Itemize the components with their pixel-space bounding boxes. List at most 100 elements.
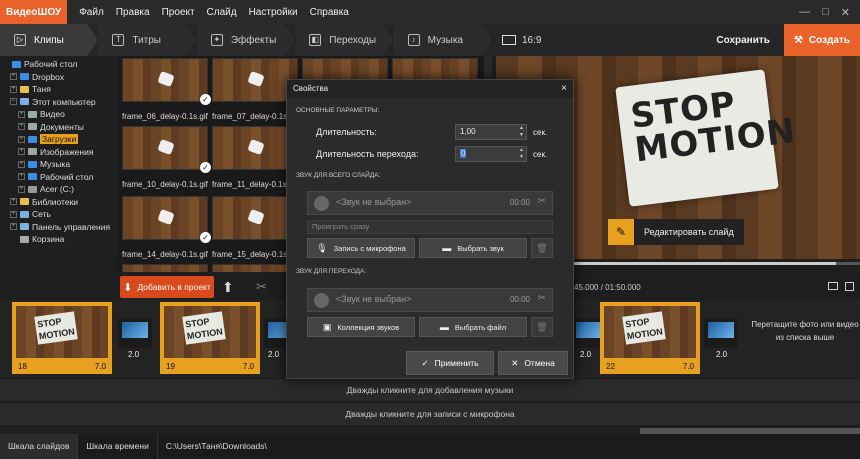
tree-node[interactable]: Корзина [0, 233, 118, 246]
aspect-ratio-selector[interactable]: 16:9 [502, 35, 541, 46]
expand-icon[interactable]: + [10, 223, 17, 231]
choose-sound-button[interactable]: ▬ Выбрать звук [419, 238, 527, 258]
expand-icon[interactable]: + [10, 210, 17, 218]
expand-icon[interactable]: + [18, 148, 25, 156]
fullscreen-icon[interactable] [845, 282, 854, 291]
check-icon: ✓ [200, 94, 211, 105]
folder-icon [28, 135, 37, 143]
tab-clips[interactable]: ▷ Клипы [0, 24, 99, 56]
transition-sound-player: <Звук не выбран> 00:00 ✂ [307, 288, 553, 312]
music-track[interactable]: Дважды кликните для добавления музыки [0, 379, 860, 401]
microphone-track[interactable]: Дважды кликните для записи с микрофона [0, 403, 860, 425]
expand-icon[interactable]: + [18, 185, 25, 193]
choose-file-button[interactable]: ▬ Выбрать файл [419, 317, 527, 337]
menu-file[interactable]: Файл [79, 7, 104, 18]
menu-edit[interactable]: Правка [116, 7, 150, 18]
tree-node[interactable]: + Панель управления [0, 221, 118, 234]
tree-node[interactable]: + Видео [0, 108, 118, 121]
transition-duration-unit: сек. [533, 150, 548, 159]
folder-icon [20, 198, 29, 206]
menu-settings[interactable]: Настройки [249, 7, 298, 18]
expand-icon[interactable]: + [18, 135, 25, 143]
file-thumbnail[interactable]: ✓ [122, 58, 211, 105]
tab-titles[interactable]: T Титры [98, 24, 197, 56]
apply-button[interactable]: ✓ Применить [406, 351, 494, 375]
add-to-project-button[interactable]: ⬇ Добавить в проект [120, 276, 214, 298]
duration-unit: сек. [533, 128, 548, 137]
timeline-slide[interactable]: STOP MOTION 22 7.0 [600, 302, 700, 374]
folder-icon [20, 210, 29, 218]
file-thumbnail[interactable] [122, 264, 208, 272]
snapshot-icon[interactable] [828, 282, 838, 290]
mic-record-button[interactable]: 🎙 Запись с микрофона [307, 238, 415, 258]
arrow-up-icon[interactable]: ⬆ [222, 279, 234, 296]
file-name: frame_07_delay-0.1s.gif [212, 112, 298, 121]
tree-node[interactable]: + Acer (C:) [0, 183, 118, 196]
menu-project[interactable]: Проект [162, 7, 195, 18]
trash-icon[interactable]: 🗑 [531, 238, 553, 258]
minimize-icon[interactable]: — [799, 6, 810, 19]
tree-node[interactable]: + Библиотеки [0, 196, 118, 209]
tab-effects[interactable]: ✦ Эффекты [196, 24, 296, 56]
tree-node[interactable]: + Документы [0, 121, 118, 134]
file-thumbnail[interactable]: ✓ [122, 126, 211, 173]
timeline-transition[interactable] [704, 318, 738, 348]
tree-node[interactable]: + Загрузки [0, 133, 118, 146]
app-logo: Видео ШОУ [0, 0, 68, 24]
tree-node[interactable]: Рабочий стол [0, 58, 118, 71]
tree-node[interactable]: + Таня [0, 83, 118, 96]
close-icon[interactable]: × [561, 83, 567, 94]
timeline-transition[interactable] [118, 318, 152, 348]
expand-icon[interactable]: − [10, 98, 17, 106]
maximize-icon[interactable]: □ [822, 6, 829, 19]
expand-icon[interactable]: + [10, 198, 17, 206]
cancel-button[interactable]: ✕ Отмена [498, 351, 568, 375]
close-window-icon[interactable]: ✕ [841, 6, 850, 19]
file-name: frame_15_delay-0.1s.gif [212, 250, 298, 259]
tree-node[interactable]: + Рабочий стол [0, 171, 118, 184]
expand-icon[interactable]: + [10, 73, 17, 81]
timeline-slide[interactable]: STOP MOTION 19 7.0 [160, 302, 260, 374]
spin-arrows-icon[interactable]: ▲ ▼ [519, 147, 524, 161]
time-scale-tab[interactable]: Шкала времени [78, 434, 158, 459]
titles-icon: T [112, 34, 125, 46]
folder-icon [28, 173, 37, 181]
sound-collection-button[interactable]: ▣ Коллекция звуков [307, 317, 415, 337]
scissors-icon[interactable]: ✂ [256, 279, 267, 295]
file-thumbnail[interactable]: ✓ [122, 196, 211, 243]
slides-scale-tab[interactable]: Шкала слайдов [0, 434, 79, 459]
tree-node[interactable]: + Dropbox [0, 71, 118, 84]
slide-sound-heading: ЗВУК ДЛЯ ВСЕГО СЛАЙДА: [296, 172, 381, 179]
play-icon[interactable] [314, 196, 329, 211]
transition-duration-input[interactable]: 0 ▲ ▼ [455, 146, 527, 162]
expand-icon[interactable]: + [18, 160, 25, 168]
tab-transitions[interactable]: ◧ Переходы [295, 24, 394, 56]
play-icon[interactable] [314, 293, 329, 308]
spin-arrows-icon[interactable]: ▲ ▼ [519, 125, 524, 139]
menu-help[interactable]: Справка [310, 7, 349, 18]
menu-slide[interactable]: Слайд [207, 7, 237, 18]
create-button[interactable]: ⚒ Создать [783, 24, 860, 56]
collection-icon: ▣ [322, 321, 332, 332]
expand-icon[interactable]: + [18, 123, 25, 131]
tree-node[interactable]: + Изображения [0, 146, 118, 159]
tree-node[interactable]: + Музыка [0, 158, 118, 171]
trash-icon[interactable]: 🗑 [531, 317, 553, 337]
save-button[interactable]: Сохранить [716, 35, 770, 46]
play-mode-select[interactable]: Проиграть сразу [307, 220, 553, 234]
duration-input[interactable]: 1,00 ▲ ▼ [455, 124, 527, 140]
properties-dialog: Свойства × ОСНОВНЫЕ ПАРАМЕТРЫ: Длительно… [286, 79, 574, 379]
expand-icon[interactable]: + [10, 85, 17, 93]
scissors-icon[interactable]: ✂ [538, 293, 546, 304]
expand-icon[interactable]: + [18, 173, 25, 181]
scissors-icon[interactable]: ✂ [538, 196, 546, 207]
folder-icon [28, 160, 37, 168]
tab-music[interactable]: ♪ Музыка [393, 24, 493, 56]
duration-label: Длительность: [316, 127, 377, 137]
folder-icon [20, 98, 29, 106]
tree-node[interactable]: + Сеть [0, 208, 118, 221]
edit-slide-button[interactable]: ✎ Редактировать слайд [608, 219, 744, 245]
tree-node[interactable]: − Этот компьютер [0, 96, 118, 109]
expand-icon[interactable]: + [18, 110, 25, 118]
timeline-slide[interactable]: STOP MOTION 18 7.0 [12, 302, 112, 374]
